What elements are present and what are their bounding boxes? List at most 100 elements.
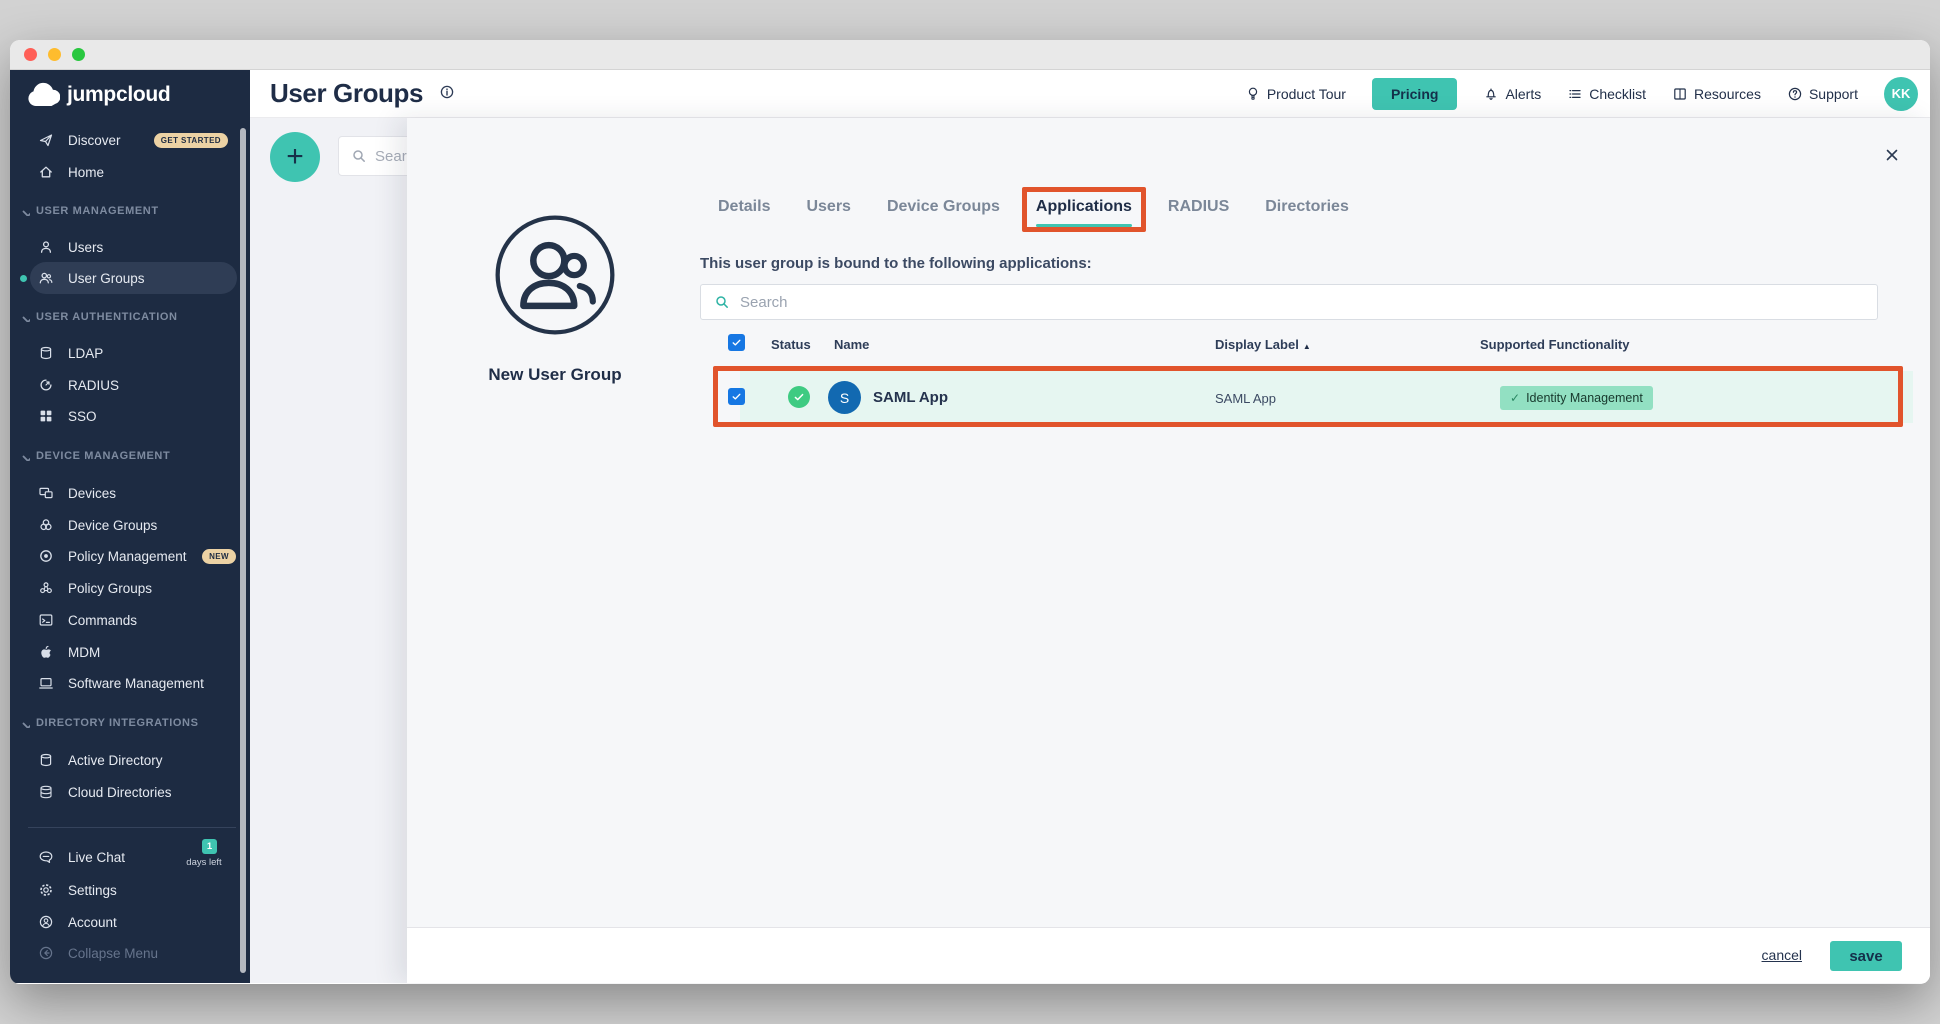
panel-tabs: Details Users Device Groups Applications… bbox=[718, 198, 1349, 220]
pricing-button[interactable]: Pricing bbox=[1372, 78, 1457, 110]
sidebar: jumpcloud Discover GET STARTED Home USER… bbox=[10, 70, 250, 983]
tab-directories[interactable]: Directories bbox=[1265, 198, 1349, 220]
checklist-icon bbox=[1567, 86, 1583, 102]
row-checkbox[interactable] bbox=[728, 388, 745, 405]
sidebar-item-label: Software Management bbox=[68, 676, 204, 691]
sidebar-item-software-management[interactable]: Software Management bbox=[10, 667, 250, 699]
sidebar-item-label: SSO bbox=[68, 409, 97, 424]
sidebar-item-device-groups[interactable]: Device Groups bbox=[10, 509, 250, 541]
column-header-name[interactable]: Name bbox=[834, 337, 869, 352]
sidebar-item-label: Active Directory bbox=[68, 753, 163, 768]
sidebar-item-label: LDAP bbox=[68, 346, 103, 361]
resources-label: Resources bbox=[1694, 86, 1761, 102]
resources-button[interactable]: Resources bbox=[1672, 86, 1761, 102]
select-all-checkbox[interactable] bbox=[728, 334, 745, 351]
section-label: DEVICE MANAGEMENT bbox=[36, 450, 170, 462]
section-user-authentication[interactable]: USER AUTHENTICATION bbox=[20, 307, 250, 327]
zoom-window-button[interactable] bbox=[72, 48, 85, 61]
target-icon bbox=[38, 548, 54, 564]
app-name: SAML App bbox=[873, 389, 948, 406]
tab-applications-label: Applications bbox=[1036, 198, 1132, 215]
sidebar-item-label: Users bbox=[68, 240, 103, 255]
tab-users[interactable]: Users bbox=[806, 198, 850, 220]
sidebar-item-radius[interactable]: RADIUS bbox=[10, 369, 250, 401]
check-icon bbox=[793, 391, 805, 403]
venn-icon bbox=[38, 517, 54, 533]
logo-text: jumpcloud bbox=[67, 83, 170, 107]
sidebar-item-users[interactable]: Users bbox=[10, 231, 250, 263]
sidebar-item-devices[interactable]: Devices bbox=[10, 477, 250, 509]
database-icon bbox=[38, 752, 54, 768]
sidebar-item-label: User Groups bbox=[68, 271, 145, 286]
sort-asc-icon: ▲ bbox=[1303, 342, 1311, 351]
cancel-button[interactable]: cancel bbox=[1762, 947, 1802, 963]
save-button[interactable]: save bbox=[1830, 941, 1902, 971]
sidebar-item-label: Devices bbox=[68, 486, 116, 501]
functionality-badge: ✓ Identity Management bbox=[1500, 386, 1653, 410]
app-avatar: S bbox=[828, 381, 861, 414]
column-header-status[interactable]: Status bbox=[771, 337, 811, 352]
product-tour-button[interactable]: Product Tour bbox=[1245, 86, 1346, 102]
sidebar-item-account[interactable]: Account bbox=[10, 906, 250, 938]
close-window-button[interactable] bbox=[24, 48, 37, 61]
tab-device-groups[interactable]: Device Groups bbox=[887, 198, 1000, 220]
sidebar-divider bbox=[28, 827, 236, 828]
add-user-group-button[interactable]: + bbox=[270, 132, 320, 182]
alerts-button[interactable]: Alerts bbox=[1483, 86, 1541, 102]
minimize-window-button[interactable] bbox=[48, 48, 61, 61]
sidebar-item-home[interactable]: Home bbox=[10, 156, 250, 188]
page-header: User Groups Product Tour Pricing Alerts bbox=[250, 70, 1930, 118]
close-panel-button[interactable] bbox=[1884, 147, 1906, 169]
chevron-down-icon bbox=[20, 206, 30, 216]
tab-details[interactable]: Details bbox=[718, 198, 770, 220]
column-header-supported-functionality[interactable]: Supported Functionality bbox=[1480, 337, 1630, 352]
sidebar-item-label: Policy Groups bbox=[68, 581, 152, 596]
sidebar-item-active-directory[interactable]: Active Directory bbox=[10, 744, 250, 776]
laptop-icon bbox=[38, 675, 54, 691]
window-titlebar[interactable] bbox=[10, 40, 1930, 70]
tab-applications[interactable]: Applications bbox=[1036, 198, 1132, 220]
sidebar-item-mdm[interactable]: MDM bbox=[10, 636, 250, 668]
book-icon bbox=[1672, 86, 1688, 102]
apple-icon bbox=[38, 644, 54, 660]
days-left-label: days left bbox=[174, 857, 234, 868]
sidebar-item-policy-management[interactable]: Policy Management NEW bbox=[10, 540, 250, 572]
collapse-arrow-icon bbox=[38, 945, 54, 961]
policy-groups-icon bbox=[38, 580, 54, 596]
sidebar-item-label: Device Groups bbox=[68, 518, 157, 533]
bound-applications-text: This user group is bound to the followin… bbox=[700, 255, 1092, 272]
checklist-button[interactable]: Checklist bbox=[1567, 86, 1646, 102]
sidebar-item-settings[interactable]: Settings bbox=[10, 874, 250, 906]
chat-bubble-icon bbox=[38, 849, 54, 865]
section-user-management[interactable]: USER MANAGEMENT bbox=[20, 201, 250, 221]
user-group-avatar-icon bbox=[493, 213, 617, 337]
sidebar-item-user-groups[interactable]: User Groups bbox=[10, 262, 250, 294]
devices-icon bbox=[38, 485, 54, 501]
user-avatar[interactable]: KK bbox=[1884, 77, 1918, 111]
sidebar-item-label: Settings bbox=[68, 883, 117, 898]
sidebar-scrollbar[interactable] bbox=[240, 128, 246, 973]
header-nav: Product Tour Pricing Alerts Checklist bbox=[1245, 77, 1918, 111]
column-header-display-label[interactable]: Display Label▲ bbox=[1215, 337, 1311, 352]
sidebar-item-collapse-menu[interactable]: Collapse Menu bbox=[10, 937, 250, 969]
support-button[interactable]: Support bbox=[1787, 86, 1858, 102]
support-label: Support bbox=[1809, 86, 1858, 102]
sidebar-item-discover[interactable]: Discover GET STARTED bbox=[10, 124, 250, 156]
sidebar-item-policy-groups[interactable]: Policy Groups bbox=[10, 572, 250, 604]
info-icon[interactable] bbox=[439, 84, 459, 104]
app-window: jumpcloud Discover GET STARTED Home USER… bbox=[10, 40, 1930, 984]
get-started-badge: GET STARTED bbox=[154, 133, 228, 148]
sidebar-item-cloud-directories[interactable]: Cloud Directories bbox=[10, 776, 250, 808]
sidebar-item-commands[interactable]: Commands bbox=[10, 604, 250, 636]
section-directory-integrations[interactable]: DIRECTORY INTEGRATIONS bbox=[20, 713, 250, 733]
sidebar-item-label: RADIUS bbox=[68, 378, 119, 393]
sidebar-item-ldap[interactable]: LDAP bbox=[10, 337, 250, 369]
applications-search-input[interactable] bbox=[740, 294, 1877, 311]
user-group-detail-panel: New User Group Details Users Device Grou… bbox=[407, 118, 1930, 983]
section-device-management[interactable]: DEVICE MANAGEMENT bbox=[20, 446, 250, 466]
tab-radius[interactable]: RADIUS bbox=[1168, 198, 1229, 220]
sidebar-item-label: Live Chat bbox=[68, 850, 125, 865]
sidebar-item-sso[interactable]: SSO bbox=[10, 400, 250, 432]
users-group-icon bbox=[38, 270, 54, 286]
stacked-disks-icon bbox=[38, 784, 54, 800]
